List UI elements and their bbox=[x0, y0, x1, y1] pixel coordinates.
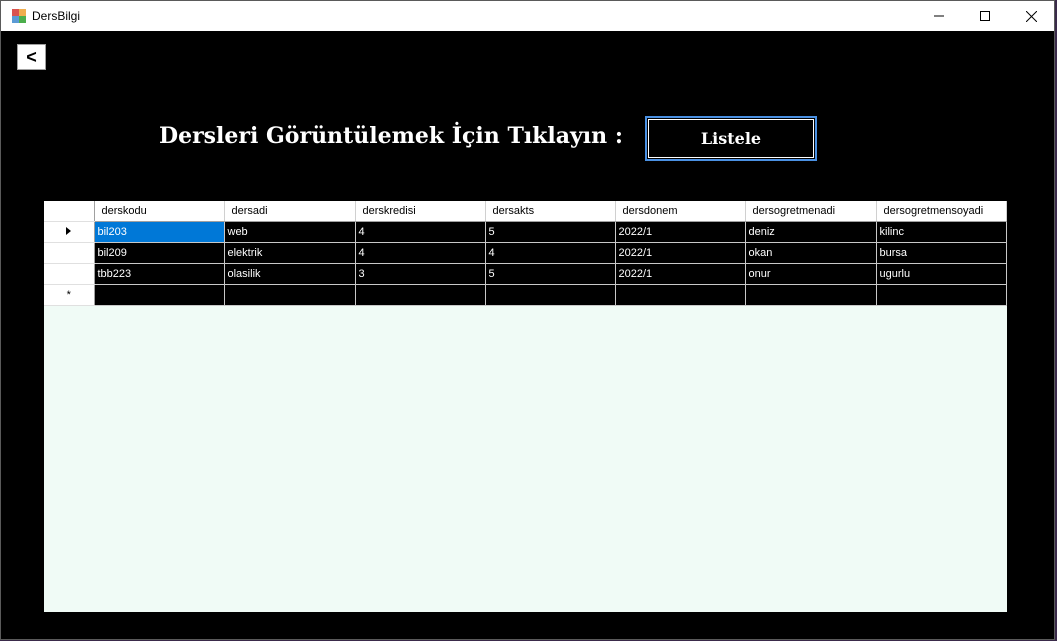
current-row-arrow-icon bbox=[66, 226, 72, 235]
table-cell[interactable]: okan bbox=[745, 242, 877, 264]
table-cell[interactable]: deniz bbox=[745, 221, 877, 243]
table-cell[interactable]: 4 bbox=[485, 242, 616, 264]
courses-table: derskodu dersadi derskredisi dersakts de… bbox=[44, 201, 1007, 306]
column-header-derskodu[interactable]: derskodu bbox=[94, 201, 225, 222]
table-cell[interactable]: ugurlu bbox=[876, 263, 1007, 285]
table-cell[interactable] bbox=[876, 284, 1007, 306]
table-cell[interactable]: bil209 bbox=[94, 242, 225, 264]
new-row-header[interactable]: * bbox=[44, 284, 95, 306]
table-cell[interactable] bbox=[355, 284, 486, 306]
minimize-button[interactable] bbox=[916, 1, 962, 31]
minimize-icon bbox=[934, 15, 944, 17]
table-cell[interactable]: 5 bbox=[485, 221, 616, 243]
table-cell[interactable]: olasilik bbox=[224, 263, 356, 285]
table-cell[interactable] bbox=[745, 284, 877, 306]
table-cell[interactable]: bursa bbox=[876, 242, 1007, 264]
title-bar[interactable]: DersBilgi bbox=[1, 1, 1054, 31]
table-cell[interactable] bbox=[94, 284, 225, 306]
row-header[interactable] bbox=[44, 242, 95, 264]
back-button[interactable]: < bbox=[17, 44, 46, 70]
table-cell[interactable]: 2022/1 bbox=[615, 242, 746, 264]
listele-button[interactable]: Listele bbox=[645, 116, 817, 161]
header-row: derskodu dersadi derskredisi dersakts de… bbox=[44, 201, 1007, 222]
courses-data-grid[interactable]: derskodu dersadi derskredisi dersakts de… bbox=[44, 201, 1007, 612]
table-cell[interactable] bbox=[485, 284, 616, 306]
table-row[interactable]: tbb223 olasilik 3 5 2022/1 onur ugurlu bbox=[44, 263, 1007, 285]
page-heading: Dersleri Görüntülemek İçin Tıklayın : bbox=[159, 123, 623, 149]
table-row[interactable]: bil209 elektrik 4 4 2022/1 okan bursa bbox=[44, 242, 1007, 264]
column-header-dersakts[interactable]: dersakts bbox=[485, 201, 616, 222]
column-header-dersdonem[interactable]: dersdonem bbox=[615, 201, 746, 222]
close-icon bbox=[1025, 10, 1037, 22]
app-icon bbox=[12, 9, 26, 23]
table-cell[interactable]: bil203 bbox=[94, 221, 225, 243]
new-row[interactable]: * bbox=[44, 284, 1007, 306]
row-header[interactable] bbox=[44, 263, 95, 285]
table-cell[interactable]: elektrik bbox=[224, 242, 356, 264]
window-title: DersBilgi bbox=[32, 9, 81, 23]
table-cell[interactable] bbox=[224, 284, 356, 306]
table-cell[interactable]: 4 bbox=[355, 221, 486, 243]
column-header-dersogretmenadi[interactable]: dersogretmenadi bbox=[745, 201, 877, 222]
table-cell[interactable]: onur bbox=[745, 263, 877, 285]
table-cell[interactable]: 5 bbox=[485, 263, 616, 285]
table-row[interactable]: bil203 web 4 5 2022/1 deniz kilinc bbox=[44, 221, 1007, 243]
maximize-icon bbox=[980, 11, 990, 21]
table-cell[interactable] bbox=[615, 284, 746, 306]
row-header[interactable] bbox=[44, 221, 95, 243]
table-cell[interactable]: kilinc bbox=[876, 221, 1007, 243]
table-cell[interactable]: 4 bbox=[355, 242, 486, 264]
column-header-dersogretmensoyadi[interactable]: dersogretmensoyadi bbox=[876, 201, 1007, 222]
table-cell[interactable]: 2022/1 bbox=[615, 221, 746, 243]
main-window: DersBilgi < Dersleri Görüntülemek İçin T… bbox=[0, 0, 1055, 640]
maximize-button[interactable] bbox=[962, 1, 1008, 31]
table-cell[interactable]: tbb223 bbox=[94, 263, 225, 285]
new-row-star-icon: * bbox=[66, 288, 71, 301]
column-header-dersadi[interactable]: dersadi bbox=[224, 201, 356, 222]
table-cell[interactable]: 2022/1 bbox=[615, 263, 746, 285]
corner-header[interactable] bbox=[44, 201, 95, 222]
table-cell[interactable]: web bbox=[224, 221, 356, 243]
table-cell[interactable]: 3 bbox=[355, 263, 486, 285]
close-button[interactable] bbox=[1008, 1, 1054, 31]
column-header-derskredisi[interactable]: derskredisi bbox=[355, 201, 486, 222]
